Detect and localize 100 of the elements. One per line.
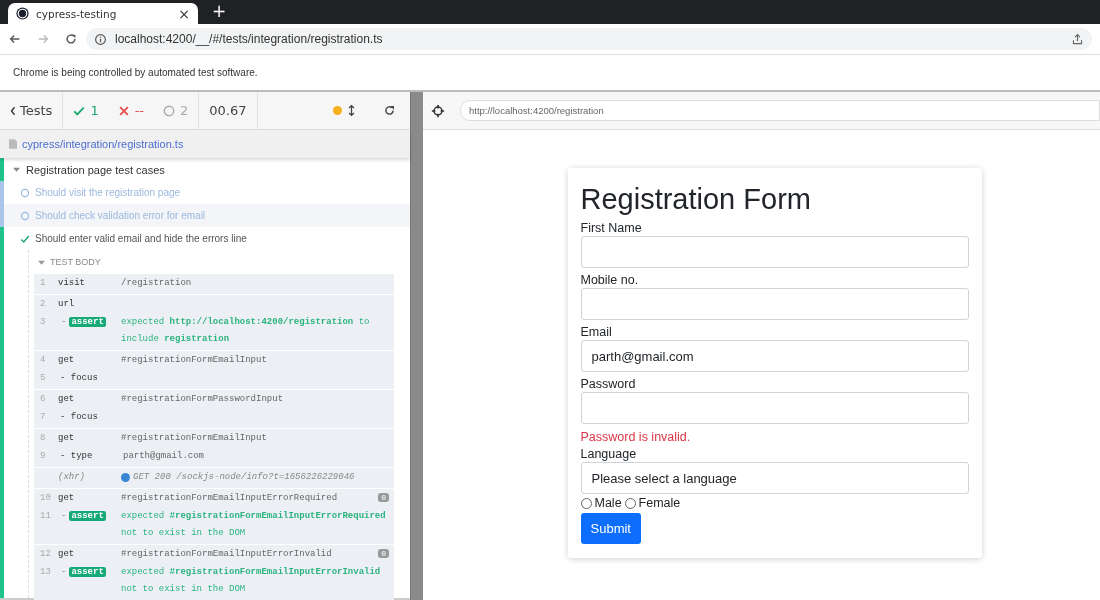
line-number: 3 [40,317,47,327]
line-number: 6 [40,394,47,404]
failed-count: -- [134,103,145,118]
command-name: get [58,394,75,404]
test-title: Should visit the registration page [35,187,181,198]
test-title: Should check validation error for email [35,210,206,221]
field-label: Language [580,446,638,462]
app-url-field[interactable]: http://localhost:4200/registration [460,100,1100,121]
command-row[interactable]: 10 get #registrationFormEmailInputErrorRequired 0 [34,490,394,508]
field-label: Password [580,376,637,392]
circle-icon [20,187,30,198]
address-bar[interactable]: localhost:4200/__/#/tests/integration/registration.ts [86,28,1092,50]
command-message: #registrationFormEmailInput [121,432,267,445]
line-number: 8 [40,433,47,443]
form-title: Registration Form [580,182,812,216]
line-number: 13 [40,567,52,577]
duration: 00.67 [209,103,247,118]
command-row[interactable]: 9 - type parth@gmail.com [34,448,394,466]
assert-badge: assert [69,567,106,577]
command-row[interactable]: 6 get #registrationFormPasswordInput [34,391,394,409]
back-arrow-icon[interactable] [8,32,22,46]
command-row[interactable]: 7 - focus [34,409,394,427]
dash: - [60,511,67,521]
command-name: url [58,299,75,309]
command-message: parth@gmail.com [123,450,204,463]
circle-icon [20,210,30,221]
reload-icon[interactable] [64,32,78,46]
suite-row[interactable]: Registration page test cases [4,158,410,181]
new-tab-button[interactable]: + [212,1,227,21]
pending-count: 2 [180,103,189,118]
command-name: - focus [60,373,98,383]
field-label: First Name [580,220,643,236]
chevron-left-icon [10,105,16,116]
restart-icon[interactable] [383,104,396,117]
command-name: visit [58,278,85,288]
tests-back-button[interactable]: Tests [0,92,64,129]
error-message: Password is invalid. [580,430,692,444]
input-field[interactable] [580,392,969,424]
command-message: #registrationFormEmailInputErrorInvalid [121,548,332,561]
input-field[interactable]: parth@gmail.com [580,340,969,372]
command-row[interactable]: 2 url [34,296,394,314]
line-number: 10 [40,493,52,503]
resize-icon[interactable] [348,104,355,117]
circle-icon [163,104,176,117]
radio-label: Male [594,496,622,510]
line-number: 9 [40,451,47,461]
logo-icon [16,7,29,20]
cross-icon [117,104,130,117]
count-badge: 0 [378,493,389,502]
line-number: 7 [40,412,47,422]
assert-badge: assert [69,317,106,327]
info-icon [94,32,107,46]
line-number: 11 [40,511,52,521]
line-number: 2 [40,299,47,309]
command-name: get [58,433,75,443]
file-icon [9,139,17,149]
input-field[interactable]: Please select a language [580,462,969,494]
status-dot-icon [121,473,130,482]
input-field[interactable] [580,236,969,268]
command-message: #registrationFormEmailInputErrorRequired [121,492,338,505]
command-name: get [58,549,75,559]
line-number: 12 [40,549,52,559]
check-icon [73,104,86,117]
test-body-toggle[interactable]: TEST BODY [34,250,410,274]
caret-down-icon [38,258,45,266]
status-dot-icon [333,106,342,115]
spec-file-link[interactable]: cypress/integration/registration.ts [22,138,184,150]
command-message: GET 200 /sockjs-node/info?t=1656226229046 [133,471,355,484]
crosshair-icon[interactable] [431,103,445,118]
line-number: 4 [40,355,47,365]
command-message: /registration [121,277,192,290]
command-row[interactable]: 1 visit /registration [34,275,394,293]
field-label: Mobile no. [580,272,640,288]
command-row[interactable]: 4 get #registrationFormEmailInput [34,352,394,370]
tab-title: cypress-testing [36,7,118,20]
submit-button[interactable]: Submit [580,513,641,544]
browser-tab[interactable]: cypress-testing × [8,3,198,24]
close-tab-button[interactable]: × [178,5,190,22]
dash: - [60,317,67,327]
command-name: - type [60,451,93,461]
assert-badge: assert [69,511,106,521]
suite-title: Registration page test cases [26,163,165,176]
command-row[interactable]: 8 get #registrationFormEmailInput [34,430,394,448]
command-row[interactable]: 5 - focus [34,370,394,388]
command-row[interactable]: 12 get #registrationFormEmailInputErrorInvalid 0 [34,546,394,564]
caret-down-icon [13,166,20,173]
line-number: 1 [40,278,47,288]
radio-label: Female [638,496,681,510]
dash: - [60,567,67,577]
command-message: expected #registrationFormEmailInputErrorRequired not to exist in the DOM [121,510,387,540]
check-icon [20,233,30,244]
command-name: get [58,493,75,503]
command-message: #registrationFormEmailInput [121,354,267,367]
test-title: Should enter valid email and hide the errors line [35,233,247,244]
line-number: 5 [40,373,47,383]
share-icon[interactable] [1071,32,1084,46]
automation-notice: Chrome is being controlled by automated test software. [13,67,258,78]
passed-count: 1 [90,103,99,118]
input-field[interactable] [580,288,969,320]
command-message: expected #registrationFormEmailInputErrorInvalid not to exist in the DOM [121,566,382,596]
